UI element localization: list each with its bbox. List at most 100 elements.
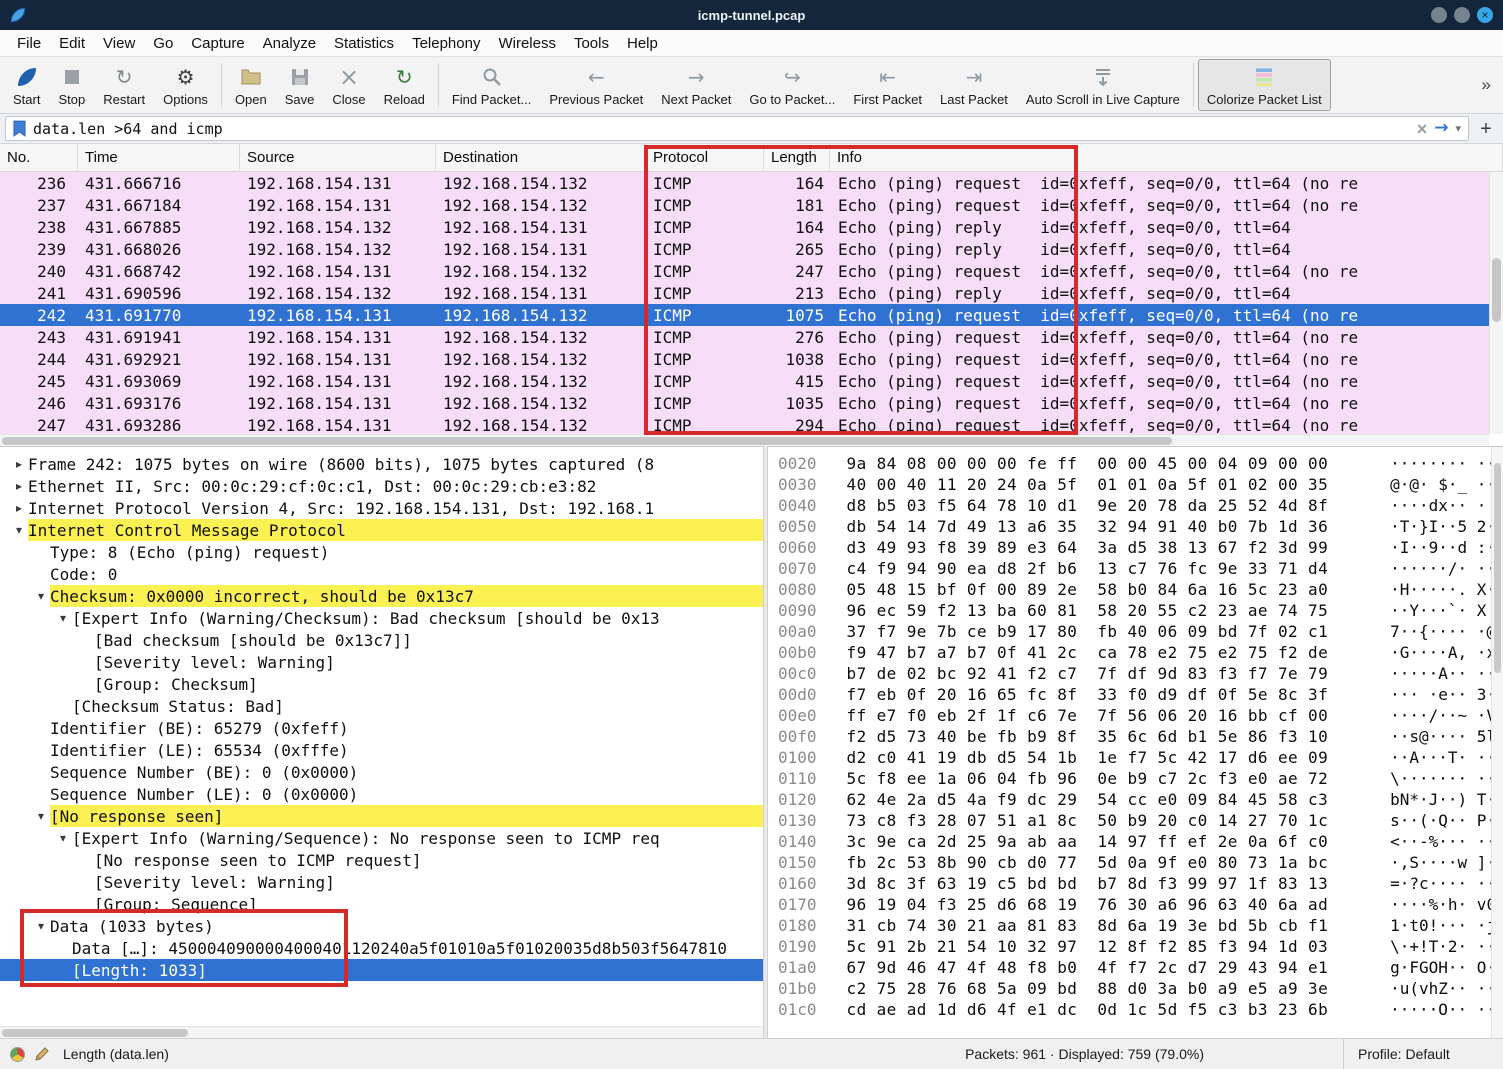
- hex-row[interactable]: 003040 00 40 11 20 24 0a 5f 01 01 0a 5f …: [778, 475, 1503, 496]
- toolbar-start-button[interactable]: Start: [4, 59, 49, 111]
- expander-icon[interactable]: ▾: [54, 831, 72, 845]
- detail-line[interactable]: ▾Internet Control Message Protocol: [0, 519, 763, 541]
- packet-row[interactable]: 245431.693069192.168.154.131192.168.154.…: [0, 370, 1489, 392]
- hex-row[interactable]: 008005 48 15 bf 0f 00 89 2e 58 b0 84 6a …: [778, 580, 1503, 601]
- column-header-destination[interactable]: Destination: [436, 144, 646, 171]
- toolbar-next-packet-button[interactable]: →Next Packet: [652, 59, 740, 111]
- hex-row[interactable]: 01905c 91 2b 21 54 10 32 97 12 8f f2 85 …: [778, 937, 1503, 958]
- detail-line[interactable]: Sequence Number (BE): 0 (0x0000): [0, 761, 763, 783]
- hex-row[interactable]: 00e0ff e7 f0 eb 2f 1f c6 7e 7f 56 06 20 …: [778, 706, 1503, 727]
- packet-row[interactable]: 239431.668026192.168.154.132192.168.154.…: [0, 238, 1489, 260]
- expander-icon[interactable]: ▸: [10, 501, 28, 515]
- detail-line[interactable]: [Length: 1033]: [0, 959, 763, 981]
- hex-row[interactable]: 00209a 84 08 00 00 00 fe ff 00 00 45 00 …: [778, 454, 1503, 475]
- detail-line[interactable]: ▸Ethernet II, Src: 00:0c:29:cf:0c:c1, Ds…: [0, 475, 763, 497]
- hex-row[interactable]: 012062 4e 2a d5 4a f9 dc 29 54 cc e0 09 …: [778, 790, 1503, 811]
- detail-line[interactable]: Data […]: 4500040900004000401120240a5f01…: [0, 937, 763, 959]
- add-filter-button-icon[interactable]: +: [1474, 119, 1498, 139]
- maximize-button[interactable]: [1454, 7, 1470, 23]
- hex-row[interactable]: 01403c 9e ca 2d 25 9a ab aa 14 97 ff ef …: [778, 832, 1503, 853]
- hex-row[interactable]: 00a037 f7 9e 7b ce b9 17 80 fb 40 06 09 …: [778, 622, 1503, 643]
- detail-line[interactable]: Type: 8 (Echo (ping) request): [0, 541, 763, 563]
- apply-filter-icon[interactable]: →: [1434, 120, 1448, 137]
- bytes-vertical-scrollbar[interactable]: [1491, 447, 1503, 1038]
- packet-list-horizontal-scrollbar[interactable]: [0, 434, 1489, 446]
- packet-row[interactable]: 236431.666716192.168.154.131192.168.154.…: [0, 172, 1489, 194]
- filter-dropdown-icon[interactable]: ▾: [1455, 122, 1461, 135]
- packet-row[interactable]: 240431.668742192.168.154.131192.168.154.…: [0, 260, 1489, 282]
- hex-row[interactable]: 0070c4 f9 94 90 ea d8 2f b6 13 c7 76 fc …: [778, 559, 1503, 580]
- toolbar-close-button[interactable]: ×Close: [323, 59, 374, 111]
- hex-row[interactable]: 017096 19 04 f3 25 d6 68 19 76 30 a6 96 …: [778, 895, 1503, 916]
- detail-line[interactable]: ▾Data (1033 bytes): [0, 915, 763, 937]
- column-header-protocol[interactable]: Protocol: [646, 144, 764, 171]
- menu-capture[interactable]: Capture: [182, 31, 253, 56]
- hex-row[interactable]: 00d0f7 eb 0f 20 16 65 fc 8f 33 f0 d9 df …: [778, 685, 1503, 706]
- hex-row[interactable]: 01105c f8 ee 1a 06 04 fb 96 0e b9 c7 2c …: [778, 769, 1503, 790]
- toolbar-open-button[interactable]: Open: [226, 59, 276, 111]
- hex-row[interactable]: 0150fb 2c 53 8b 90 cb d0 77 5d 0a 9f e0 …: [778, 853, 1503, 874]
- toolbar-last-packet-button[interactable]: ⇥Last Packet: [931, 59, 1017, 111]
- hex-row[interactable]: 0060d3 49 93 f8 39 89 e3 64 3a d5 38 13 …: [778, 538, 1503, 559]
- hex-row[interactable]: 0050db 54 14 7d 49 13 a6 35 32 94 91 40 …: [778, 517, 1503, 538]
- detail-line[interactable]: [Group: Checksum]: [0, 673, 763, 695]
- display-filter-input[interactable]: [33, 120, 1410, 138]
- capture-comment-icon[interactable]: [34, 1046, 50, 1062]
- detail-line[interactable]: [Group: Sequence]: [0, 893, 763, 915]
- expander-icon[interactable]: ▾: [32, 919, 50, 933]
- detail-line[interactable]: ▸Frame 242: 1075 bytes on wire (8600 bit…: [0, 453, 763, 475]
- toolbar-previous-packet-button[interactable]: ←Previous Packet: [540, 59, 652, 111]
- bookmark-icon[interactable]: [13, 120, 26, 137]
- detail-line[interactable]: Code: 0: [0, 563, 763, 585]
- packet-list-vertical-scrollbar[interactable]: [1489, 172, 1503, 434]
- profile-selector[interactable]: Profile: Default: [1343, 1039, 1493, 1069]
- toolbar-auto-scroll-in-live-capture-button[interactable]: Auto Scroll in Live Capture: [1017, 59, 1189, 111]
- detail-line[interactable]: ▾[Expert Info (Warning/Checksum): Bad ch…: [0, 607, 763, 629]
- expander-icon[interactable]: ▾: [54, 611, 72, 625]
- packet-row[interactable]: 241431.690596192.168.154.132192.168.154.…: [0, 282, 1489, 304]
- detail-line[interactable]: ▾[Expert Info (Warning/Sequence): No res…: [0, 827, 763, 849]
- menu-help[interactable]: Help: [618, 31, 667, 56]
- hex-row[interactable]: 009096 ec 59 f2 13 ba 60 81 58 20 55 c2 …: [778, 601, 1503, 622]
- expander-icon[interactable]: ▾: [10, 523, 28, 537]
- toolbar-restart-button[interactable]: ↻Restart: [94, 59, 154, 111]
- scrollbar-thumb[interactable]: [1492, 258, 1501, 322]
- packet-row[interactable]: 247431.693286192.168.154.131192.168.154.…: [0, 414, 1489, 434]
- menu-tools[interactable]: Tools: [565, 31, 618, 56]
- menu-go[interactable]: Go: [144, 31, 182, 56]
- detail-line[interactable]: [Checksum Status: Bad]: [0, 695, 763, 717]
- menu-file[interactable]: File: [8, 31, 50, 56]
- toolbar-first-packet-button[interactable]: ⇤First Packet: [844, 59, 931, 111]
- details-horizontal-scrollbar[interactable]: [0, 1026, 763, 1038]
- expander-icon[interactable]: ▸: [10, 479, 28, 493]
- scrollbar-thumb[interactable]: [1494, 463, 1501, 673]
- detail-line[interactable]: ▾[No response seen]: [0, 805, 763, 827]
- toolbar-options-button[interactable]: ⚙Options: [154, 59, 217, 111]
- detail-line[interactable]: Identifier (LE): 65534 (0xfffe): [0, 739, 763, 761]
- hex-row[interactable]: 018031 cb 74 30 21 aa 81 83 8d 6a 19 3e …: [778, 916, 1503, 937]
- scrollbar-thumb[interactable]: [2, 1029, 188, 1037]
- column-header-time[interactable]: Time: [78, 144, 240, 171]
- menu-analyze[interactable]: Analyze: [254, 31, 325, 56]
- packet-row[interactable]: 244431.692921192.168.154.131192.168.154.…: [0, 348, 1489, 370]
- toolbar-save-button[interactable]: Save: [276, 59, 324, 111]
- hex-row[interactable]: 0040d8 b5 03 f5 64 78 10 d1 9e 20 78 da …: [778, 496, 1503, 517]
- close-window-button[interactable]: ×: [1477, 7, 1493, 23]
- column-header-no[interactable]: No.: [0, 144, 78, 171]
- detail-line[interactable]: [Bad checksum [should be 0x13c7]]: [0, 629, 763, 651]
- menu-telephony[interactable]: Telephony: [403, 31, 489, 56]
- hex-row[interactable]: 00b0f9 47 b7 a7 b7 0f 41 2c ca 78 e2 75 …: [778, 643, 1503, 664]
- packet-row[interactable]: 237431.667184192.168.154.131192.168.154.…: [0, 194, 1489, 216]
- menu-edit[interactable]: Edit: [50, 31, 94, 56]
- clear-filter-icon[interactable]: ×: [1417, 120, 1428, 138]
- hex-row[interactable]: 0100d2 c0 41 19 db d5 54 1b 1e f7 5c 42 …: [778, 748, 1503, 769]
- column-header-info[interactable]: Info: [830, 144, 1503, 171]
- toolbar-overflow-chevron[interactable]: »: [1474, 75, 1499, 95]
- hex-row[interactable]: 01a067 9d 46 47 4f 48 f8 b0 4f f7 2c d7 …: [778, 958, 1503, 979]
- menu-statistics[interactable]: Statistics: [325, 31, 403, 56]
- column-header-length[interactable]: Length: [764, 144, 830, 171]
- column-header-source[interactable]: Source: [240, 144, 436, 171]
- toolbar-find-packet-button[interactable]: Find Packet...: [443, 59, 540, 111]
- detail-line[interactable]: ▸Internet Protocol Version 4, Src: 192.1…: [0, 497, 763, 519]
- packet-row[interactable]: 238431.667885192.168.154.132192.168.154.…: [0, 216, 1489, 238]
